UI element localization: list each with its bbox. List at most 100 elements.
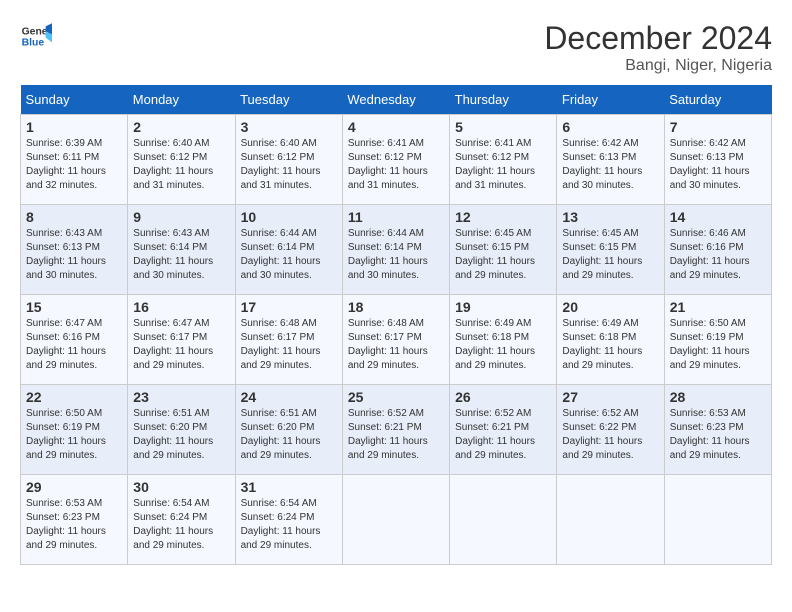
day-number: 29 bbox=[26, 479, 122, 495]
calendar-cell: 30Sunrise: 6:54 AM Sunset: 6:24 PM Dayli… bbox=[128, 475, 235, 565]
day-info: Sunrise: 6:48 AM Sunset: 6:17 PM Dayligh… bbox=[241, 317, 337, 373]
day-info: Sunrise: 6:40 AM Sunset: 6:12 PM Dayligh… bbox=[133, 137, 229, 193]
day-info: Sunrise: 6:42 AM Sunset: 6:13 PM Dayligh… bbox=[670, 137, 766, 193]
day-number: 1 bbox=[26, 119, 122, 135]
day-info: Sunrise: 6:50 AM Sunset: 6:19 PM Dayligh… bbox=[26, 407, 122, 463]
header-sunday: Sunday bbox=[21, 85, 128, 115]
day-info: Sunrise: 6:39 AM Sunset: 6:11 PM Dayligh… bbox=[26, 137, 122, 193]
calendar-week-row: 1 Sunrise: 6:39 AM Sunset: 6:11 PM Daylig… bbox=[21, 115, 772, 205]
calendar-cell: 9 Sunrise: 6:43 AM Sunset: 6:14 PM Daylig… bbox=[128, 205, 235, 295]
day-number: 3 bbox=[241, 119, 337, 135]
day-number: 30 bbox=[133, 479, 229, 495]
day-number: 13 bbox=[562, 209, 658, 225]
day-info: Sunrise: 6:54 AM Sunset: 6:24 PM Dayligh… bbox=[241, 497, 337, 553]
day-number: 14 bbox=[670, 209, 766, 225]
day-number: 6 bbox=[562, 119, 658, 135]
day-info: Sunrise: 6:41 AM Sunset: 6:12 PM Dayligh… bbox=[455, 137, 551, 193]
calendar-cell: 7 Sunrise: 6:42 AM Sunset: 6:13 PM Daylig… bbox=[664, 115, 771, 205]
calendar-cell: 14 Sunrise: 6:46 AM Sunset: 6:16 PM Dayli… bbox=[664, 205, 771, 295]
day-info: Sunrise: 6:45 AM Sunset: 6:15 PM Dayligh… bbox=[562, 227, 658, 283]
day-number: 9 bbox=[133, 209, 229, 225]
header-saturday: Saturday bbox=[664, 85, 771, 115]
calendar-cell: 5 Sunrise: 6:41 AM Sunset: 6:12 PM Daylig… bbox=[450, 115, 557, 205]
calendar-header-row: Sunday Monday Tuesday Wednesday Thursday… bbox=[21, 85, 772, 115]
calendar-cell: 29Sunrise: 6:53 AM Sunset: 6:23 PM Dayli… bbox=[21, 475, 128, 565]
calendar-cell: 15 Sunrise: 6:47 AM Sunset: 6:16 PM Dayli… bbox=[21, 295, 128, 385]
page-subtitle: Bangi, Niger, Nigeria bbox=[544, 57, 772, 75]
day-number: 20 bbox=[562, 299, 658, 315]
calendar-cell: 11 Sunrise: 6:44 AM Sunset: 6:14 PM Dayli… bbox=[342, 205, 449, 295]
calendar-cell: 27 Sunrise: 6:52 AM Sunset: 6:22 PM Dayli… bbox=[557, 385, 664, 475]
header-tuesday: Tuesday bbox=[235, 85, 342, 115]
calendar-cell: 20 Sunrise: 6:49 AM Sunset: 6:18 PM Dayli… bbox=[557, 295, 664, 385]
page-title: December 2024 bbox=[544, 20, 772, 57]
day-info: Sunrise: 6:52 AM Sunset: 6:21 PM Dayligh… bbox=[455, 407, 551, 463]
day-number: 17 bbox=[241, 299, 337, 315]
calendar-cell: 4Sunrise: 6:41 AM Sunset: 6:12 PM Daylig… bbox=[342, 115, 449, 205]
day-number: 26 bbox=[455, 389, 551, 405]
calendar-cell: 19 Sunrise: 6:49 AM Sunset: 6:18 PM Dayli… bbox=[450, 295, 557, 385]
calendar-cell: 3Sunrise: 6:40 AM Sunset: 6:12 PM Daylig… bbox=[235, 115, 342, 205]
calendar-cell: 6 Sunrise: 6:42 AM Sunset: 6:13 PM Daylig… bbox=[557, 115, 664, 205]
day-info: Sunrise: 6:47 AM Sunset: 6:16 PM Dayligh… bbox=[26, 317, 122, 373]
calendar-cell: 22 Sunrise: 6:50 AM Sunset: 6:19 PM Dayli… bbox=[21, 385, 128, 475]
day-number: 12 bbox=[455, 209, 551, 225]
calendar-cell bbox=[342, 475, 449, 565]
calendar-week-row: 22 Sunrise: 6:50 AM Sunset: 6:19 PM Dayli… bbox=[21, 385, 772, 475]
day-info: Sunrise: 6:51 AM Sunset: 6:20 PM Dayligh… bbox=[133, 407, 229, 463]
day-number: 15 bbox=[26, 299, 122, 315]
calendar-cell: 13 Sunrise: 6:45 AM Sunset: 6:15 PM Dayli… bbox=[557, 205, 664, 295]
day-info: Sunrise: 6:41 AM Sunset: 6:12 PM Dayligh… bbox=[348, 137, 444, 193]
calendar-cell: 26 Sunrise: 6:52 AM Sunset: 6:21 PM Dayli… bbox=[450, 385, 557, 475]
calendar-week-row: 29Sunrise: 6:53 AM Sunset: 6:23 PM Dayli… bbox=[21, 475, 772, 565]
calendar-cell: 1 Sunrise: 6:39 AM Sunset: 6:11 PM Daylig… bbox=[21, 115, 128, 205]
day-info: Sunrise: 6:43 AM Sunset: 6:14 PM Dayligh… bbox=[133, 227, 229, 283]
day-info: Sunrise: 6:42 AM Sunset: 6:13 PM Dayligh… bbox=[562, 137, 658, 193]
calendar-week-row: 15 Sunrise: 6:47 AM Sunset: 6:16 PM Dayli… bbox=[21, 295, 772, 385]
calendar-cell: 28 Sunrise: 6:53 AM Sunset: 6:23 PM Dayli… bbox=[664, 385, 771, 475]
day-number: 11 bbox=[348, 209, 444, 225]
day-number: 8 bbox=[26, 209, 122, 225]
calendar-cell: 23 Sunrise: 6:51 AM Sunset: 6:20 PM Dayli… bbox=[128, 385, 235, 475]
day-number: 25 bbox=[348, 389, 444, 405]
day-number: 27 bbox=[562, 389, 658, 405]
day-info: Sunrise: 6:49 AM Sunset: 6:18 PM Dayligh… bbox=[455, 317, 551, 373]
header-thursday: Thursday bbox=[450, 85, 557, 115]
day-number: 23 bbox=[133, 389, 229, 405]
day-info: Sunrise: 6:44 AM Sunset: 6:14 PM Dayligh… bbox=[348, 227, 444, 283]
day-info: Sunrise: 6:45 AM Sunset: 6:15 PM Dayligh… bbox=[455, 227, 551, 283]
calendar-cell: 24Sunrise: 6:51 AM Sunset: 6:20 PM Dayli… bbox=[235, 385, 342, 475]
day-number: 28 bbox=[670, 389, 766, 405]
day-info: Sunrise: 6:44 AM Sunset: 6:14 PM Dayligh… bbox=[241, 227, 337, 283]
calendar-cell: 2Sunrise: 6:40 AM Sunset: 6:12 PM Daylig… bbox=[128, 115, 235, 205]
day-info: Sunrise: 6:52 AM Sunset: 6:21 PM Dayligh… bbox=[348, 407, 444, 463]
day-info: Sunrise: 6:53 AM Sunset: 6:23 PM Dayligh… bbox=[670, 407, 766, 463]
day-number: 22 bbox=[26, 389, 122, 405]
calendar-cell: 18Sunrise: 6:48 AM Sunset: 6:17 PM Dayli… bbox=[342, 295, 449, 385]
day-number: 7 bbox=[670, 119, 766, 135]
day-info: Sunrise: 6:51 AM Sunset: 6:20 PM Dayligh… bbox=[241, 407, 337, 463]
day-number: 18 bbox=[348, 299, 444, 315]
day-number: 16 bbox=[133, 299, 229, 315]
day-info: Sunrise: 6:49 AM Sunset: 6:18 PM Dayligh… bbox=[562, 317, 658, 373]
calendar-cell: 16 Sunrise: 6:47 AM Sunset: 6:17 PM Dayli… bbox=[128, 295, 235, 385]
day-info: Sunrise: 6:47 AM Sunset: 6:17 PM Dayligh… bbox=[133, 317, 229, 373]
calendar-cell: 17 Sunrise: 6:48 AM Sunset: 6:17 PM Dayli… bbox=[235, 295, 342, 385]
calendar-cell: 25 Sunrise: 6:52 AM Sunset: 6:21 PM Dayli… bbox=[342, 385, 449, 475]
calendar-cell: 10Sunrise: 6:44 AM Sunset: 6:14 PM Dayli… bbox=[235, 205, 342, 295]
calendar-cell bbox=[557, 475, 664, 565]
page-header: General Blue December 2024 Bangi, Niger,… bbox=[20, 20, 772, 75]
calendar-cell bbox=[664, 475, 771, 565]
svg-text:Blue: Blue bbox=[22, 38, 45, 49]
header-monday: Monday bbox=[128, 85, 235, 115]
day-number: 19 bbox=[455, 299, 551, 315]
day-info: Sunrise: 6:46 AM Sunset: 6:16 PM Dayligh… bbox=[670, 227, 766, 283]
day-number: 5 bbox=[455, 119, 551, 135]
day-info: Sunrise: 6:52 AM Sunset: 6:22 PM Dayligh… bbox=[562, 407, 658, 463]
day-info: Sunrise: 6:50 AM Sunset: 6:19 PM Dayligh… bbox=[670, 317, 766, 373]
calendar-cell: 21Sunrise: 6:50 AM Sunset: 6:19 PM Dayli… bbox=[664, 295, 771, 385]
title-block: December 2024 Bangi, Niger, Nigeria bbox=[544, 20, 772, 75]
logo: General Blue bbox=[20, 20, 52, 52]
header-friday: Friday bbox=[557, 85, 664, 115]
calendar-week-row: 8Sunrise: 6:43 AM Sunset: 6:13 PM Daylig… bbox=[21, 205, 772, 295]
